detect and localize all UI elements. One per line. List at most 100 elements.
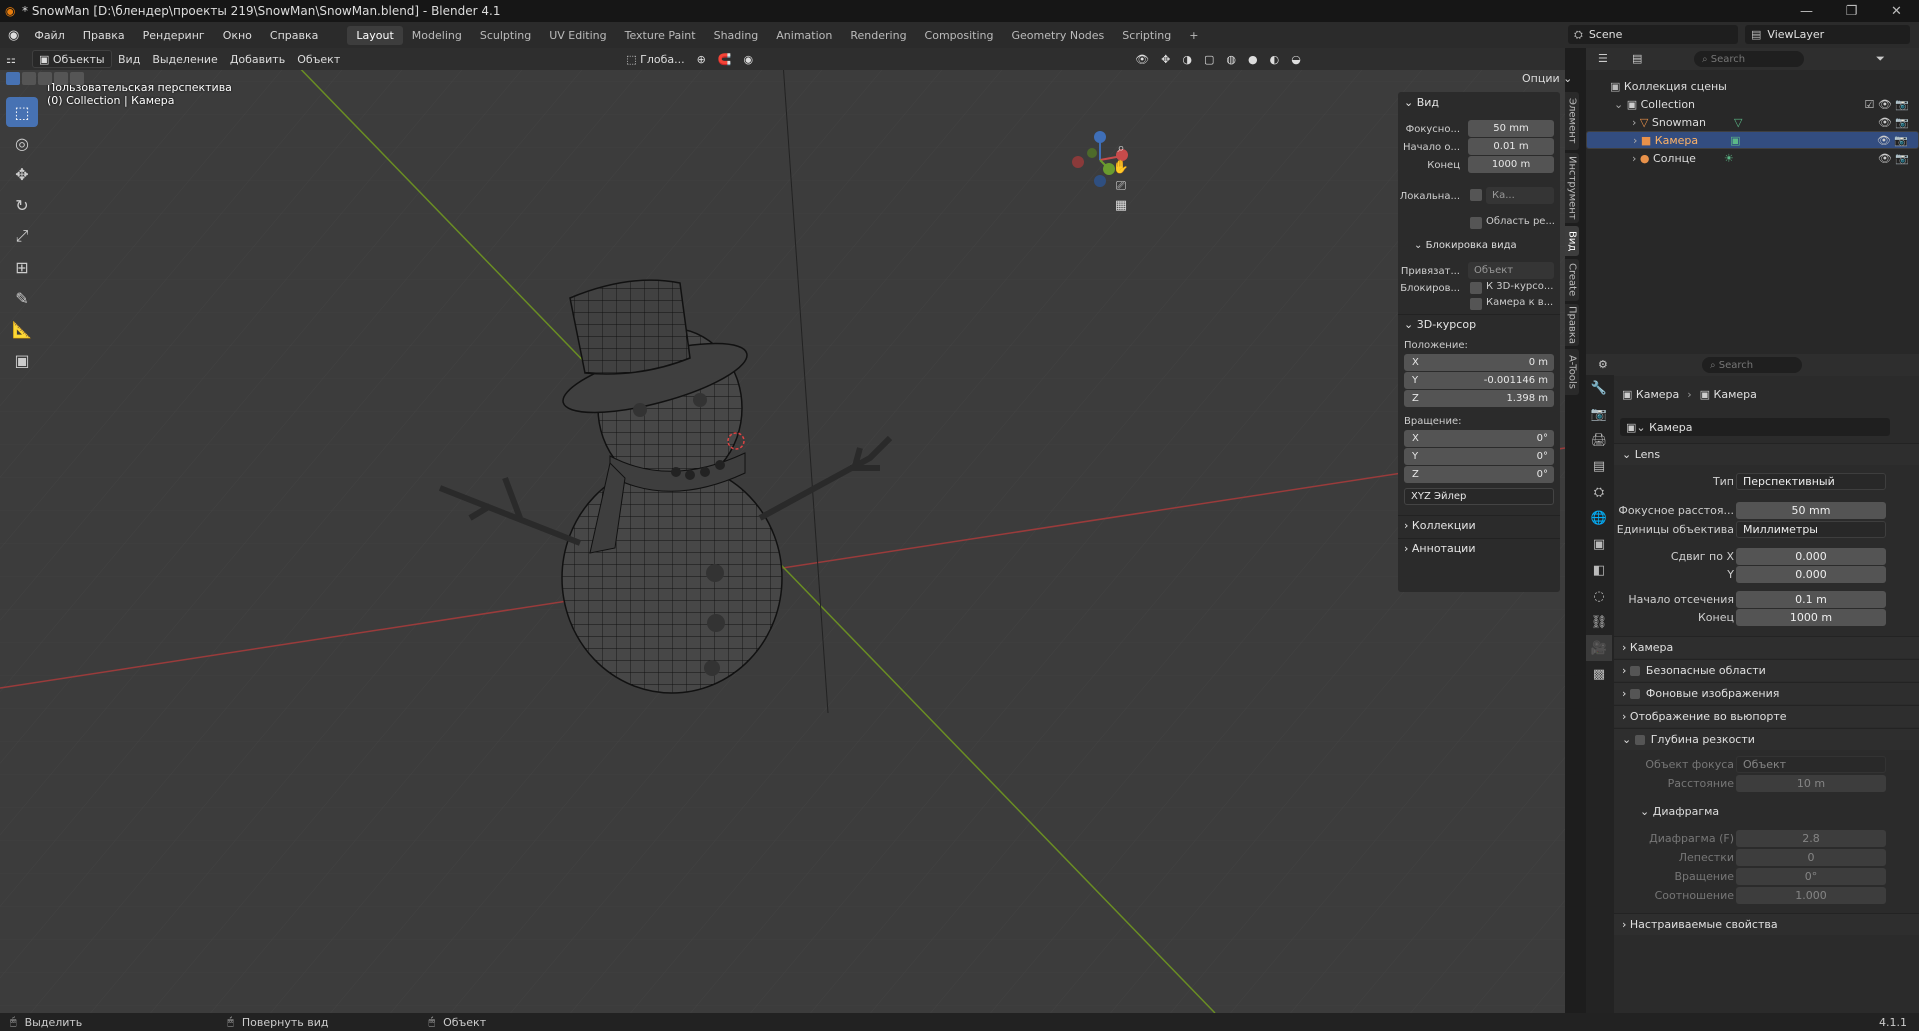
clip-start-field[interactable]: 0.01 m	[1468, 138, 1554, 155]
properties-editor-icon[interactable]: ⚙	[1598, 358, 1608, 371]
menu-view[interactable]: Вид	[112, 50, 146, 68]
select-invert-icon[interactable]	[54, 72, 68, 85]
aperture-subheader[interactable]: ⌄ Диафрагма	[1640, 805, 1719, 818]
tab-geometry-nodes[interactable]: Geometry Nodes	[1003, 26, 1114, 45]
output-tab-icon[interactable]: 🖨	[1586, 427, 1612, 453]
clip-end-field[interactable]: 1000 m	[1468, 156, 1554, 173]
visibility-icon[interactable]: 👁 📷	[1878, 152, 1909, 165]
scene-tab-icon[interactable]: ⛭	[1586, 479, 1612, 505]
local-camera-field[interactable]: Ка...	[1486, 187, 1554, 204]
add-cube-tool-icon[interactable]: ▣	[6, 345, 38, 375]
visibility-icon[interactable]: 👁	[1129, 50, 1155, 68]
tab-layout[interactable]: Layout	[347, 25, 403, 45]
focal-length-field[interactable]: 50 mm	[1736, 501, 1886, 519]
select-new-icon[interactable]	[6, 72, 20, 85]
add-workspace-button[interactable]: +	[1180, 26, 1207, 45]
tab-edit[interactable]: Правка	[1565, 304, 1579, 346]
tab-compositing[interactable]: Compositing	[916, 26, 1003, 45]
render-region-checkbox[interactable]	[1470, 217, 1482, 229]
display-mode-icon[interactable]: ▤	[1632, 52, 1642, 65]
depth-of-field-header[interactable]: ⌄ Глубина резкости	[1614, 728, 1919, 750]
lock-cursor-checkbox[interactable]	[1470, 282, 1482, 294]
blades-field[interactable]: 0	[1736, 848, 1886, 866]
pivot-icon[interactable]: ⊕	[691, 50, 712, 68]
select-subtract-icon[interactable]	[38, 72, 52, 85]
clip-start-field[interactable]: 0.1 m	[1736, 590, 1886, 608]
viewport-display-header[interactable]: › Отображение во вьюпорте	[1614, 705, 1919, 727]
focus-object-field[interactable]: Объект	[1736, 755, 1886, 773]
background-images-checkbox[interactable]	[1629, 688, 1640, 699]
safe-areas-checkbox[interactable]	[1629, 665, 1640, 676]
view-layer-tab-icon[interactable]: ▤	[1586, 453, 1612, 479]
pan-hand-icon[interactable]: ✋	[1110, 160, 1132, 175]
lock-view-header[interactable]: ⌄ Блокировка вида	[1414, 240, 1517, 251]
tab-uv-editing[interactable]: UV Editing	[540, 26, 615, 45]
shading-wireframe-icon[interactable]: ◍	[1220, 50, 1242, 68]
object-tab-icon[interactable]: ◧	[1586, 557, 1612, 583]
tab-animation[interactable]: Animation	[767, 26, 841, 45]
cursor-x-field[interactable]: X0 m	[1404, 354, 1554, 371]
close-button[interactable]: ✕	[1874, 0, 1919, 22]
zoom-icon[interactable]: ⌕	[1110, 141, 1132, 156]
render-tab-icon[interactable]: 📷	[1586, 401, 1612, 427]
scene-collection-row[interactable]: ▣ Коллекция сцены	[1586, 77, 1919, 95]
3d-cursor-header[interactable]: ⌄ 3D-курсор	[1398, 314, 1560, 334]
menu-render[interactable]: Рендеринг	[134, 29, 214, 42]
tab-view[interactable]: Вид	[1565, 226, 1579, 256]
collection-row[interactable]: ⌄ ▣ Collection ☑ 👁 📷	[1586, 95, 1919, 113]
camera-data-tab-icon[interactable]: 🎥	[1586, 635, 1612, 661]
menu-edit[interactable]: Правка	[74, 29, 134, 42]
scale-tool-icon[interactable]: ⤢	[6, 221, 38, 251]
menu-select[interactable]: Выделение	[146, 50, 224, 68]
menu-window[interactable]: Окно	[214, 29, 261, 42]
camera-datablock-field[interactable]: ▣⌄ Камера	[1620, 418, 1890, 436]
shift-x-field[interactable]: 0.000	[1736, 547, 1886, 565]
tool-tab-icon[interactable]: 🔧	[1586, 375, 1612, 401]
filter-icon[interactable]: ⏷	[1876, 52, 1885, 66]
shading-solid-icon[interactable]: ●	[1242, 50, 1264, 68]
aperture-ratio-field[interactable]: 1.000	[1736, 886, 1886, 904]
lock-camera-checkbox[interactable]	[1470, 298, 1482, 310]
properties-search-input[interactable]: ⌕ Search	[1702, 357, 1802, 373]
snap-icon[interactable]: 🧲	[712, 50, 738, 68]
focal-length-field[interactable]: 50 mm	[1468, 120, 1554, 137]
outliner-item-snowman[interactable]: › ▽ Snowman ▽ 👁 📷	[1586, 113, 1919, 131]
visibility-icon[interactable]: ☑ 👁 📷	[1864, 98, 1909, 111]
select-box-tool-icon[interactable]: ⬚	[6, 97, 38, 127]
rotation-x-field[interactable]: X 0°	[1404, 430, 1554, 447]
tab-scripting[interactable]: Scripting	[1113, 26, 1180, 45]
select-intersect-icon[interactable]	[70, 72, 84, 85]
tab-create[interactable]: Create	[1565, 259, 1579, 301]
rotation-z-field[interactable]: Z 0°	[1404, 466, 1554, 483]
blender-menu-icon[interactable]: ◉	[8, 28, 19, 43]
tab-a-tools[interactable]: A-Tools	[1565, 349, 1579, 395]
outliner-editor-icon[interactable]: ☰	[1598, 52, 1608, 65]
menu-file[interactable]: Файл	[25, 29, 73, 42]
viewlayer-selector[interactable]: ▤ ViewLayer	[1745, 25, 1910, 44]
visibility-icon[interactable]: 👁 📷	[1878, 116, 1909, 129]
physics-tab-icon[interactable]: ◌	[1586, 583, 1612, 609]
annotate-tool-icon[interactable]: ✎	[6, 283, 38, 313]
texture-tab-icon[interactable]: ▩	[1586, 661, 1612, 687]
grid-view-icon[interactable]: ▦	[1110, 198, 1132, 213]
background-images-header[interactable]: › Фоновые изображения	[1614, 682, 1919, 704]
cursor-z-field[interactable]: Z 1.398 m	[1404, 390, 1554, 407]
visibility-icon[interactable]: 👁 📷	[1877, 134, 1908, 147]
lens-type-dropdown[interactable]: Перспективный	[1736, 472, 1886, 490]
xray-icon[interactable]: ▢	[1198, 50, 1220, 68]
overlays-icon[interactable]: ◑	[1176, 50, 1198, 68]
tab-rendering[interactable]: Rendering	[841, 26, 915, 45]
menu-object[interactable]: Объект	[291, 50, 346, 68]
world-tab-icon[interactable]: 🌐	[1586, 505, 1612, 531]
tab-tool[interactable]: Инструмент	[1565, 153, 1579, 223]
menu-add[interactable]: Добавить	[224, 50, 291, 68]
orientation-dropdown[interactable]: ⬚ Глоба...	[620, 50, 690, 68]
maximize-button[interactable]: ❐	[1829, 0, 1874, 22]
annotations-header[interactable]: › Аннотации	[1398, 538, 1560, 558]
constraints-tab-icon[interactable]: ⛓	[1586, 609, 1612, 635]
cursor-y-field[interactable]: Y -0.001146 m	[1404, 372, 1554, 389]
rotation-mode-dropdown[interactable]: XYZ Эйлер	[1404, 488, 1554, 505]
scene-selector[interactable]: ⛭ Scene	[1568, 25, 1738, 44]
safe-areas-header[interactable]: › Безопасные области	[1614, 659, 1919, 681]
tab-shading[interactable]: Shading	[705, 26, 768, 45]
